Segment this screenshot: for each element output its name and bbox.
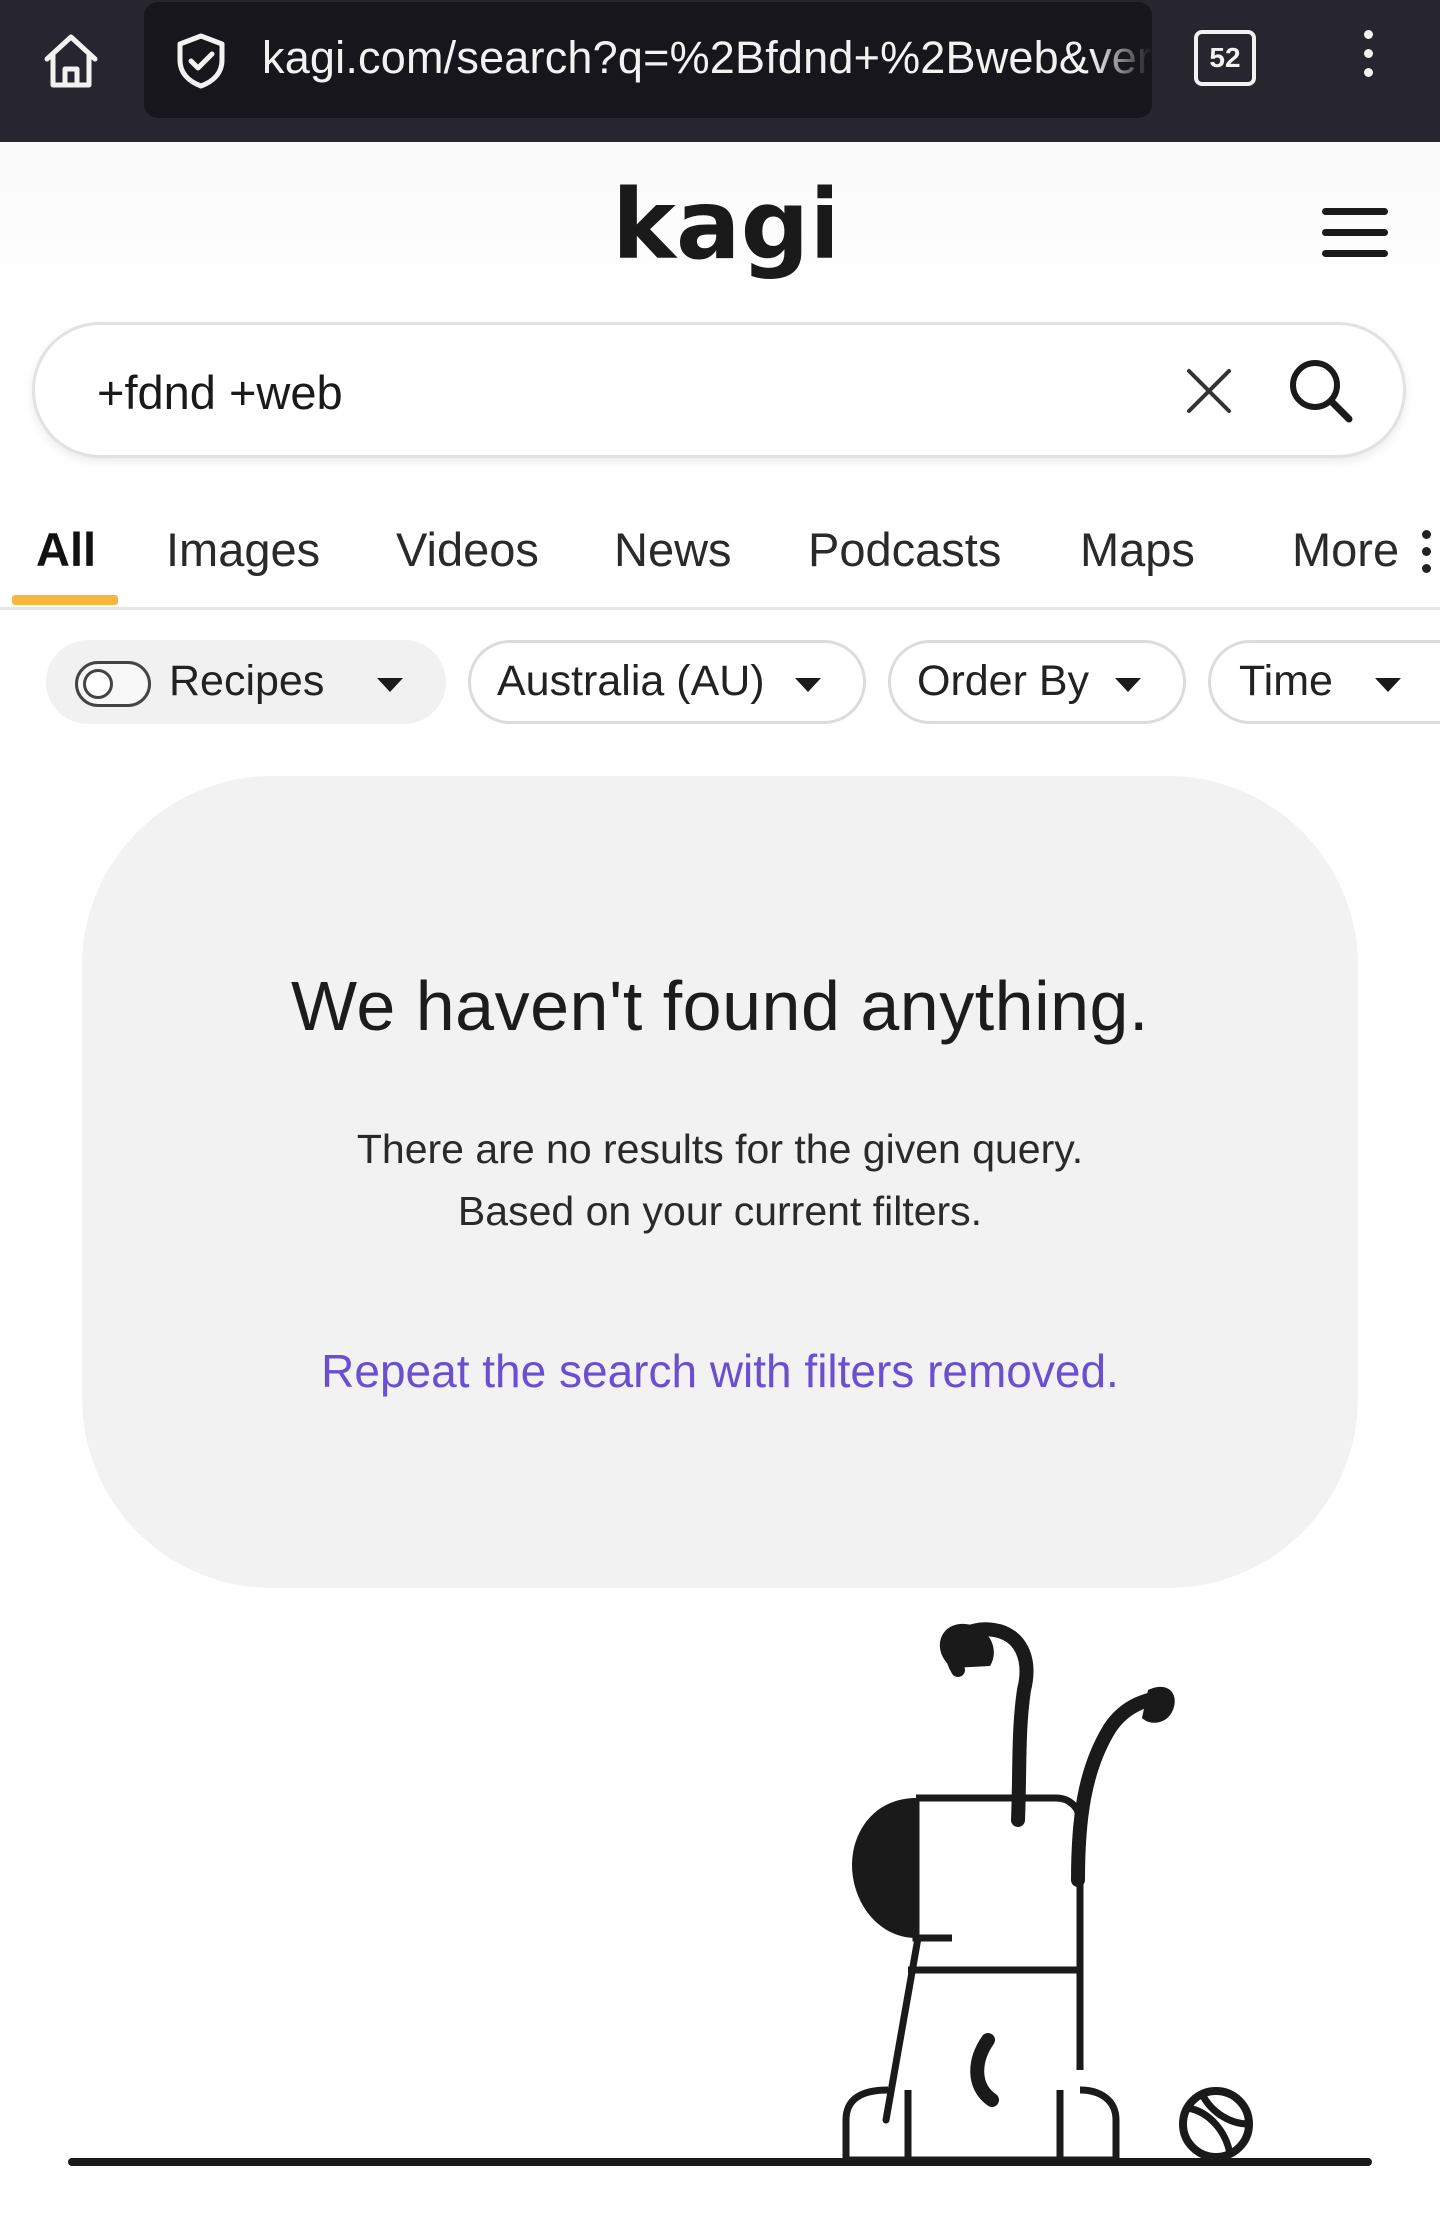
search-box[interactable]: +fdnd +web bbox=[32, 322, 1406, 458]
order-by-filter[interactable]: Order By bbox=[888, 640, 1186, 724]
repeat-search-link[interactable]: Repeat the search with filters removed. bbox=[82, 1344, 1358, 1398]
tab-more[interactable]: More bbox=[1292, 522, 1399, 577]
tab-podcasts[interactable]: Podcasts bbox=[808, 522, 1001, 577]
region-label: Australia (AU) bbox=[497, 657, 765, 705]
search-input[interactable]: +fdnd +web bbox=[97, 365, 343, 420]
kagi-logo[interactable]: kagi bbox=[612, 172, 832, 302]
chevron-down-icon bbox=[795, 678, 821, 692]
empty-state-filter-note: Based on your current filters. bbox=[457, 1188, 983, 1234]
tab-all[interactable]: All bbox=[36, 522, 96, 577]
logo-text: kagi bbox=[612, 172, 832, 281]
time-label: Time bbox=[1239, 657, 1333, 705]
time-filter[interactable]: Time bbox=[1208, 640, 1440, 724]
dog-handstand-illustration bbox=[68, 1622, 1372, 2166]
browser-toolbar: kagi.com/search?q=%2Bfdnd+%2Bweb&verbati… bbox=[0, 0, 1440, 142]
more-dots-icon[interactable] bbox=[1422, 530, 1434, 580]
recipes-label: Recipes bbox=[169, 657, 325, 705]
search-icon[interactable] bbox=[1285, 355, 1357, 427]
hamburger-menu-icon[interactable] bbox=[1322, 208, 1388, 260]
site-header: kagi bbox=[0, 142, 1440, 322]
address-bar[interactable]: kagi.com/search?q=%2Bfdnd+%2Bweb&verbati… bbox=[144, 2, 1152, 118]
tab-images[interactable]: Images bbox=[166, 522, 320, 577]
order-by-label: Order By bbox=[917, 657, 1090, 705]
url-text[interactable]: kagi.com/search?q=%2Bfdnd+%2Bweb&verbati… bbox=[262, 32, 1152, 84]
chevron-down-icon bbox=[1115, 678, 1141, 692]
tab-maps[interactable]: Maps bbox=[1080, 522, 1195, 577]
recipes-toggle[interactable] bbox=[75, 661, 151, 707]
empty-state-card: We haven't found anything. There are no … bbox=[82, 776, 1358, 1588]
browser-menu-icon[interactable] bbox=[1350, 30, 1386, 90]
recipes-filter[interactable]: Recipes bbox=[46, 640, 446, 724]
search-tabs: All Images Videos News Podcasts Maps Mor… bbox=[0, 510, 1440, 610]
region-filter[interactable]: Australia (AU) bbox=[468, 640, 866, 724]
empty-state-message: There are no results for the given query… bbox=[356, 1126, 1084, 1172]
empty-state-title: We haven't found anything. bbox=[291, 967, 1149, 1045]
tab-videos[interactable]: Videos bbox=[396, 522, 539, 577]
active-tab-indicator bbox=[12, 595, 118, 605]
chevron-down-icon bbox=[1375, 678, 1401, 692]
home-icon[interactable] bbox=[36, 26, 106, 96]
clear-icon[interactable] bbox=[1179, 361, 1239, 421]
shield-icon[interactable] bbox=[172, 32, 230, 90]
chevron-down-icon bbox=[377, 678, 403, 692]
url-fade bbox=[1092, 2, 1152, 118]
tab-news[interactable]: News bbox=[614, 522, 732, 577]
toggle-knob bbox=[83, 669, 113, 699]
tab-count-button[interactable]: 52 bbox=[1194, 30, 1256, 86]
